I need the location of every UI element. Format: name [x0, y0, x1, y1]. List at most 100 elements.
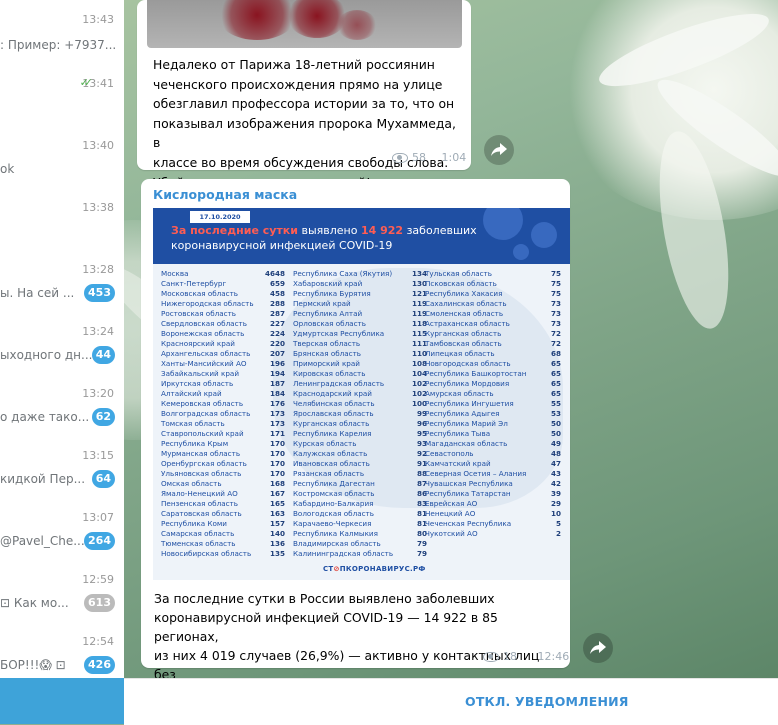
virus-icon — [513, 244, 529, 260]
chat-list-footer[interactable] — [0, 678, 124, 724]
region-row: Нижегородская область 288 — [161, 299, 285, 309]
virus-icon — [531, 222, 557, 248]
region-cases: 171 — [269, 429, 285, 438]
region-name: Удмуртская Республика — [293, 329, 385, 338]
region-name: Чеченская Республика — [425, 519, 512, 528]
region-cases: 42 — [550, 479, 561, 488]
region-row: Тамбовская область 72 — [425, 339, 561, 349]
region-row: Республика Мордовия 65 — [425, 379, 561, 389]
covid-infographic[interactable]: 17.10.2020 10:40 За последние сутки выяв… — [153, 208, 570, 580]
region-row: Чувашская Республика 42 — [425, 479, 561, 489]
region-row: Ярославская область 99 — [293, 409, 427, 419]
chat-list-item[interactable]: 13:38 — [0, 194, 124, 256]
region-row: Северная Осетия – Алания 43 — [425, 469, 561, 479]
virus-icon — [483, 208, 523, 240]
region-name: Камчатский край — [425, 459, 491, 468]
region-cases: 29 — [550, 499, 561, 508]
unread-count-badge: 453 — [84, 284, 115, 302]
region-name: Алтайский край — [161, 389, 222, 398]
region-row: Рязанская область 88 — [293, 469, 427, 479]
region-name: Орловская область — [293, 319, 366, 328]
region-cases: 5 — [555, 519, 561, 528]
region-row: Ивановская область 91 — [293, 459, 427, 469]
region-cases: 187 — [269, 379, 285, 388]
region-row: Кемеровская область 176 — [161, 399, 285, 409]
region-cases: 227 — [269, 319, 285, 328]
region-name: Амурская область — [425, 389, 494, 398]
region-name: Ленинградская область — [293, 379, 385, 388]
chat-time: 13:38 — [82, 201, 114, 214]
chat-time: 13:43 — [82, 13, 114, 26]
chat-preview: кидкой Пер... — [0, 472, 86, 486]
stopcoronavirus-logo: СТ⊘ПКОРОНАВИРУС.РФ — [323, 565, 426, 573]
region-name: Республика Башкортостан — [425, 369, 527, 378]
region-row: Республика Калмыкия 80 — [293, 529, 427, 539]
chat-list-item[interactable]: 13:41 ✓✓ — [0, 70, 124, 132]
region-cases: 10 — [550, 509, 561, 518]
region-cases: 173 — [269, 419, 285, 428]
region-cases: 65 — [550, 369, 561, 378]
chat-list-item[interactable]: 13:20 о даже тако... 62 — [0, 380, 124, 442]
region-column: Москва 4648 Санкт-Петербург 659 Московская о… — [161, 269, 285, 559]
unread-count-badge: 613 — [84, 594, 115, 612]
chat-list-item[interactable]: 13:28 ы. На сей ... 453 — [0, 256, 124, 318]
chat-preview: БОР!!!😱 ⊡ — [0, 658, 66, 672]
view-count: 58 — [412, 151, 426, 164]
region-row: Приморский край 108 — [293, 359, 427, 369]
region-cases: 47 — [550, 459, 561, 468]
region-name: Северная Осетия – Алания — [425, 469, 527, 478]
region-row: Калужская область 92 — [293, 449, 427, 459]
region-row: Республика Хакасия 75 — [425, 289, 561, 299]
region-cases: 170 — [269, 469, 285, 478]
chat-time: 13:15 — [82, 449, 114, 462]
region-cases: 75 — [550, 279, 561, 288]
region-name: Республика Марий Эл — [425, 419, 508, 428]
infographic-subheadline: коронавирусной инфекцией COVID-19 — [171, 239, 393, 252]
region-row: Смоленская область 73 — [425, 309, 561, 319]
region-name: Ненецкий АО — [425, 509, 476, 518]
region-cases: 72 — [550, 329, 561, 338]
region-cases: 39 — [550, 489, 561, 498]
chat-list-item[interactable]: 13:24 ыходного дн... 44 — [0, 318, 124, 380]
region-row: Республика Коми 157 — [161, 519, 285, 529]
region-row: Забайкальский край 194 — [161, 369, 285, 379]
region-row: Тюменская область 136 — [161, 539, 285, 549]
region-cases: 157 — [269, 519, 285, 528]
share-button[interactable] — [583, 633, 613, 663]
eye-icon — [483, 652, 499, 662]
region-row: Вологодская область 81 — [293, 509, 427, 519]
region-row: Кировская область 104 — [293, 369, 427, 379]
region-row: Краснодарский край 102 — [293, 389, 427, 399]
region-row: Ставропольский край 171 — [161, 429, 285, 439]
message-photo[interactable] — [147, 0, 462, 48]
region-name: Смоленская область — [425, 309, 504, 318]
message-bubble[interactable]: Недалеко от Парижа 18-летний россиянин ч… — [137, 0, 471, 190]
chat-list-item[interactable]: 12:54 БОР!!!😱 ⊡ 426 — [0, 628, 124, 678]
region-cases: 220 — [269, 339, 285, 348]
message-sender[interactable]: Кислородная маска — [153, 187, 297, 202]
region-name: Воронежская область — [161, 329, 245, 338]
region-row: Еврейская АО 29 — [425, 499, 561, 509]
region-column: Республика Саха (Якутия) 134 Хабаровский к… — [293, 269, 427, 559]
region-name: Республика Алтай — [293, 309, 363, 318]
region-name: Тамбовская область — [425, 339, 502, 348]
chat-list-item[interactable]: 13:40 ok — [0, 132, 124, 194]
region-cases: 136 — [269, 539, 285, 548]
region-cases: 2 — [555, 529, 561, 538]
region-column: Тульская область 75 Псковская область 75 Рес… — [425, 269, 561, 539]
chat-list-item[interactable]: 13:07 @Pavel_Che... 264 — [0, 504, 124, 566]
region-name: Калужская область — [293, 449, 368, 458]
share-button[interactable] — [484, 135, 514, 165]
region-name: Республика Хакасия — [425, 289, 503, 298]
chat-time: 13:20 — [82, 387, 114, 400]
chat-list-item[interactable]: 13:15 кидкой Пер... 64 — [0, 442, 124, 504]
region-row: Республика Бурятия 121 — [293, 289, 427, 299]
chat-list: 13:43: Пример: +7937... 13:41 ✓✓ 13:40 ok 13:… — [0, 0, 125, 678]
region-row: Иркутская область 187 — [161, 379, 285, 389]
region-row: Брянская область 110 — [293, 349, 427, 359]
mute-notifications-button[interactable]: ОТКЛ. УВЕДОМЛЕНИЯ — [465, 694, 629, 709]
chat-list-item[interactable]: 12:59 ⊡ Как мо... 613 — [0, 566, 124, 628]
region-cases: 165 — [269, 499, 285, 508]
message-bubble[interactable]: Кислородная маска 17.10.2020 10:40 За по… — [141, 179, 570, 701]
region-row: Челябинская область 100 — [293, 399, 427, 409]
